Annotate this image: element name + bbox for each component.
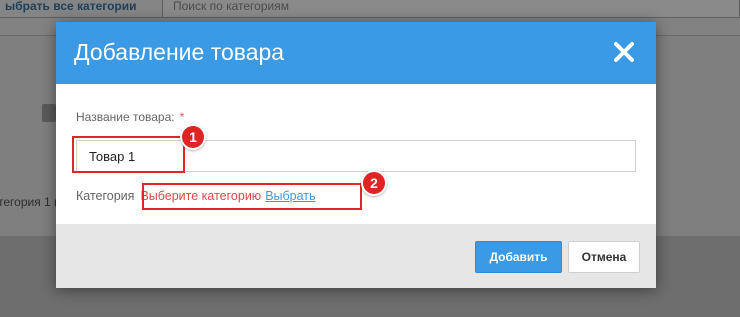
modal-header: Добавление товара <box>56 22 656 84</box>
annotation-highlight-name <box>72 136 185 173</box>
background-category-label: тегория 1 ( <box>0 195 59 209</box>
modal-footer: Добавить Отмена <box>56 224 656 288</box>
annotation-badge-2: 2 <box>361 170 387 196</box>
annotation-highlight-category <box>142 183 362 210</box>
annotation-badge-1: 1 <box>180 124 206 150</box>
cancel-button[interactable]: Отмена <box>568 241 640 273</box>
close-icon[interactable] <box>612 40 636 64</box>
select-all-categories-button: ыбрать все категории <box>0 0 170 18</box>
background-toggle <box>42 104 56 122</box>
category-label: Категория <box>76 189 135 203</box>
modal-title: Добавление товара <box>74 39 285 65</box>
product-name-label: Название товара: * <box>76 110 184 124</box>
required-marker: * <box>179 110 185 124</box>
product-name-label-text: Название товара: <box>76 110 175 124</box>
category-search-input: Поиск по категориям <box>162 0 740 18</box>
add-button[interactable]: Добавить <box>475 241 562 273</box>
